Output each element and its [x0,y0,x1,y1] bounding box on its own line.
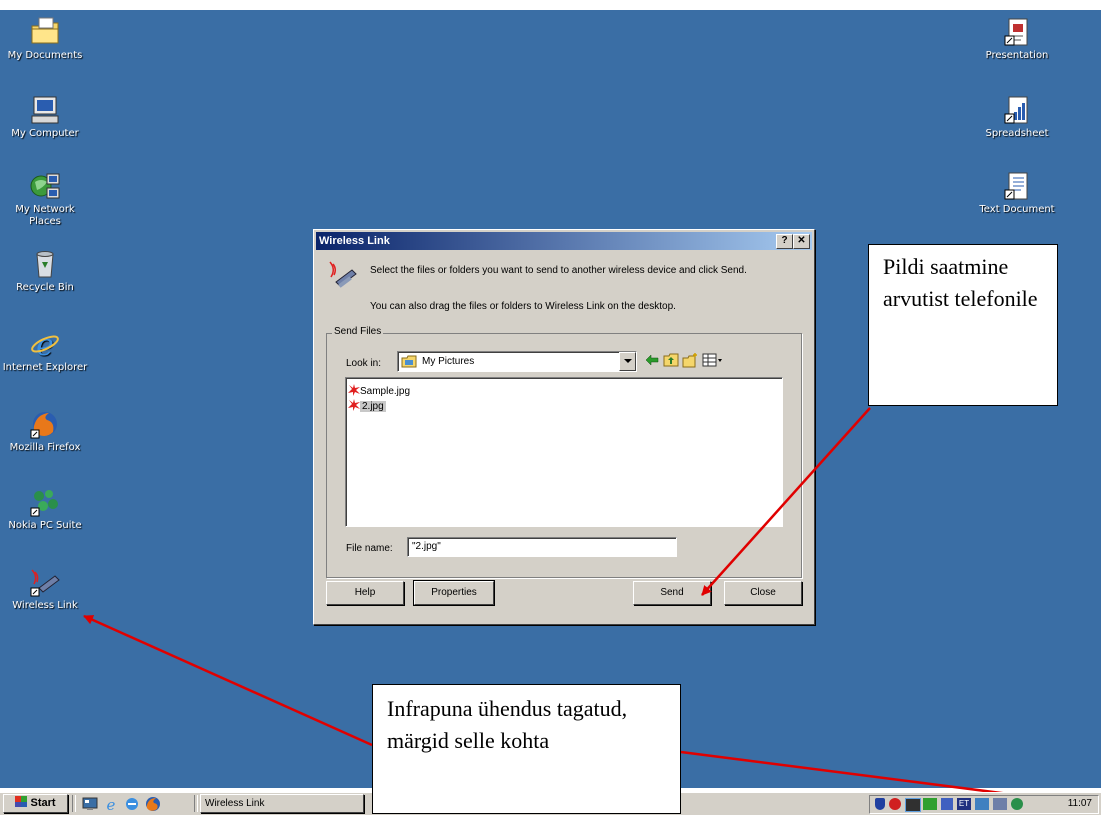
dialog-drag-hint: You can also drag the files or folders t… [370,301,676,312]
spreadsheet-shortcut-icon [1001,94,1033,126]
desktop-icon-label: Recycle Bin [16,282,74,293]
desktop-icon-recycle-bin[interactable]: Recycle Bin [2,248,88,294]
desktop-icon-my-network-places[interactable]: My Network Places [2,170,88,228]
look-in-select[interactable]: My Pictures [397,351,637,372]
dropdown-arrow-button[interactable] [619,352,636,371]
tray-language-indicator[interactable]: ET [957,798,971,810]
jpg-file-icon [348,399,360,414]
desktop-icon-label: Text Document [979,204,1055,215]
jpg-file-icon [348,384,360,399]
callout-infrared-text: Infrapuna ühendus tagatud, märgid selle … [387,696,628,753]
recycle-bin-icon [29,248,61,280]
tray-volume-icon[interactable] [941,798,953,810]
nokia-icon [29,486,61,518]
back-button[interactable] [644,352,660,368]
wireless-device-icon [328,260,358,290]
wireless-link-icon [29,566,61,598]
up-folder-icon [663,353,679,367]
folder-icon [401,355,417,371]
taskbar-window-wireless-link[interactable]: Wireless Link [200,794,364,813]
folder-icon [29,16,61,48]
svg-text:e: e [36,328,54,360]
desktop-icon-wireless-link[interactable]: Wireless Link [2,566,88,612]
desktop-icon-label: Spreadsheet [985,128,1049,139]
up-folder-button[interactable] [663,352,679,368]
file-name: Sample.jpg [360,386,411,397]
tray-infrared-icon[interactable] [993,798,1007,810]
start-label: Start [30,797,56,809]
tray-nokia-icon[interactable] [1011,798,1023,810]
quick-launch-firefox-icon[interactable] [145,796,161,815]
view-menu-icon [702,353,722,367]
system-tray: ET 11:07 [869,795,1099,814]
windows-logo-icon [15,796,28,807]
dialog-titlebar[interactable]: Wireless Link ? ✕ [316,232,812,250]
desktop-icon-label: Nokia PC Suite [8,520,82,531]
callout-send-text: Pildi saatmine arvutist telefonile [883,254,1038,311]
desktop-icon-text-document[interactable]: Text Document [974,170,1060,216]
tray-connection-icon[interactable] [975,798,989,810]
taskbar-separator [72,795,76,812]
file-list[interactable]: Sample.jpg 2.jpg [345,377,783,527]
desktop-icon-internet-explorer[interactable]: e Internet Explorer [2,328,88,374]
close-button[interactable]: Close [724,581,802,605]
desktop-icon-my-documents[interactable]: My Documents [2,16,88,62]
list-item[interactable]: Sample.jpg [348,384,410,397]
desktop-icon-label: Internet Explorer [2,362,88,373]
desktop-icon-presentation[interactable]: Presentation [974,16,1060,62]
desktop-icon-label: Mozilla Firefox [9,442,81,453]
look-in-value: My Pictures [422,356,475,367]
quick-launch-outlook-icon[interactable] [124,796,140,815]
help-title-button[interactable]: ? [776,234,793,249]
quick-launch-desktop-icon[interactable] [82,796,98,815]
wireless-link-dialog: Wireless Link ? ✕ Select the files or fo… [313,229,815,625]
desktop-icon-my-computer[interactable]: My Computer [2,94,88,140]
tray-security-icon[interactable] [889,798,901,810]
presentation-shortcut-icon [1001,16,1033,48]
look-in-label: Look in: [346,358,382,369]
send-files-group-label: Send Files [332,326,384,337]
list-item-selected[interactable]: 2.jpg [348,399,386,412]
callout-infrared-note: Infrapuna ühendus tagatud, märgid selle … [372,684,681,814]
desktop-icon-label: Presentation [985,50,1049,61]
help-button[interactable]: Help [326,581,404,605]
desktop-icon-label: My Network Places [15,204,75,227]
view-menu-button[interactable] [702,352,724,368]
close-title-button[interactable]: ✕ [793,234,810,249]
dialog-intro-text: Select the files or folders you want to … [370,265,747,276]
start-button[interactable]: Start [3,794,68,813]
file-name-field[interactable]: "2.jpg" [407,537,677,557]
chevron-down-icon [624,359,632,363]
desktop-icon-label: My Computer [11,128,79,139]
file-name-value: "2.jpg" [412,541,441,552]
new-folder-button[interactable] [682,352,698,368]
desktop-icon-mozilla-firefox[interactable]: Mozilla Firefox [2,408,88,454]
tray-shield-icon[interactable] [875,798,885,810]
dialog-title: Wireless Link [319,235,390,247]
desktop-icon-spreadsheet[interactable]: Spreadsheet [974,94,1060,140]
desktop-icon-label: My Documents [7,50,83,61]
network-icon [29,170,61,202]
quick-launch-ie-icon[interactable]: e [103,796,119,815]
back-arrow-icon [645,354,659,366]
clock[interactable]: 11:07 [1068,798,1092,809]
tray-network-icon[interactable] [923,798,937,810]
new-folder-icon [682,353,697,368]
computer-icon [29,94,61,126]
callout-send-note: Pildi saatmine arvutist telefonile [868,244,1058,406]
tray-media-icon[interactable] [905,798,921,812]
taskbar-window-label: Wireless Link [205,798,265,809]
taskbar-separator [194,795,198,812]
svg-text:e: e [107,796,116,812]
file-name-label: File name: [346,543,393,554]
ie-icon: e [29,328,61,363]
file-name: 2.jpg [360,401,386,412]
send-button[interactable]: Send [633,581,711,605]
desktop-icon-nokia-pc-suite[interactable]: Nokia PC Suite [2,486,88,532]
desktop-icon-label: Wireless Link [12,600,78,611]
firefox-icon [29,408,61,440]
properties-button[interactable]: Properties [413,580,495,606]
text-document-shortcut-icon [1001,170,1033,202]
